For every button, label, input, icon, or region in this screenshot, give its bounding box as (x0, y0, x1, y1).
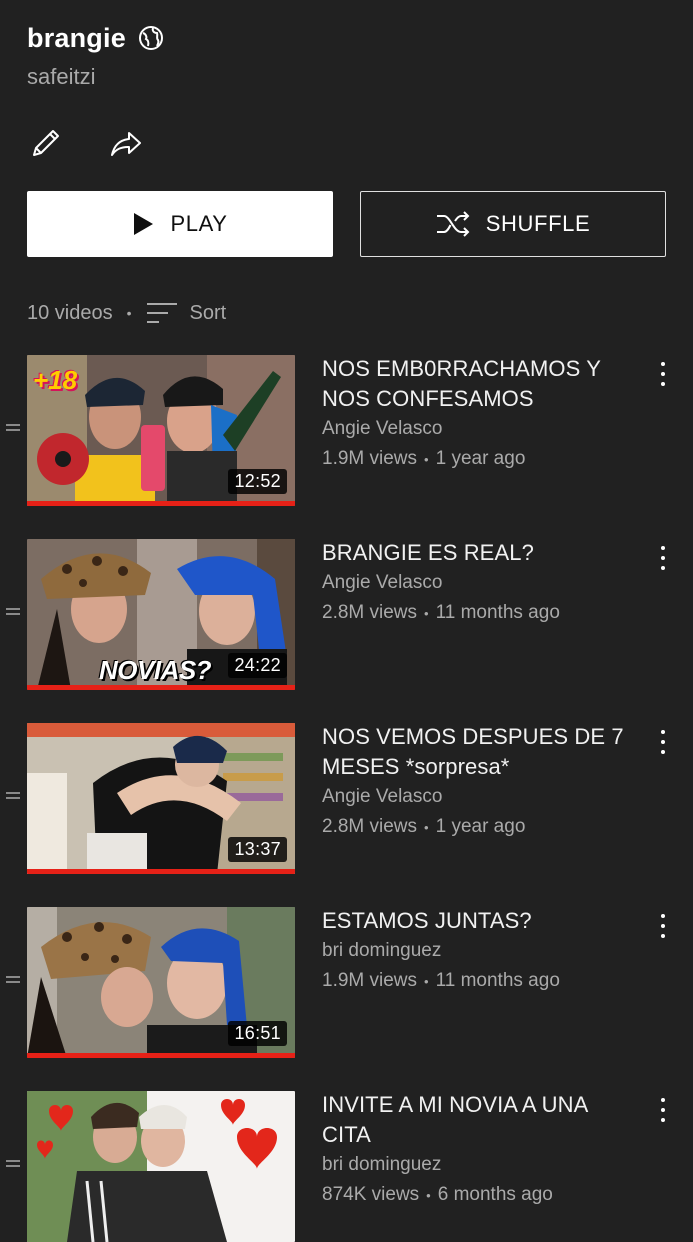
video-thumbnail[interactable]: +18 12:52 (27, 355, 295, 506)
drag-handle-icon[interactable] (6, 792, 20, 802)
video-info[interactable]: BRANGIE ES REAL? Angie Velasco 2.8M view… (322, 538, 632, 629)
playlist-title: brangie (27, 22, 126, 53)
video-count: 10 videos (27, 301, 113, 324)
share-arrow-icon[interactable] (108, 125, 144, 161)
video-thumbnail[interactable]: 13:37 (27, 723, 295, 874)
watched-progress-bar (27, 869, 295, 874)
list-item[interactable]: +18 12:52 NOS EMB0RRACHAMOS Y NOS CONFES… (0, 354, 693, 506)
drag-handle-icon[interactable] (6, 976, 20, 986)
video-channel: bri dominguez (322, 1154, 442, 1175)
action-icons (28, 125, 144, 161)
video-stats: 1.9M views • 1 year ago (322, 448, 526, 469)
video-channel: Angie Velasco (322, 418, 443, 439)
video-title: NOS EMB0RRACHAMOS Y NOS CONFESAMOS (322, 356, 601, 411)
video-views: 874K views (322, 1184, 420, 1205)
watched-progress-bar (27, 501, 295, 506)
more-vertical-icon[interactable] (655, 1098, 671, 1122)
thumbnail-overlay-text: +18 (33, 365, 78, 395)
list-item[interactable]: 13:37 NOS VEMOS DESPUES DE 7 MESES *sorp… (0, 722, 693, 874)
list-item[interactable]: INVITE A MI NOVIA A UNA CITA bri domingu… (0, 1090, 693, 1242)
drag-handle-icon[interactable] (6, 608, 20, 618)
video-thumbnail[interactable] (27, 1091, 295, 1242)
thumbnail-overlay-text: NOVIAS? (99, 655, 212, 685)
globe-icon (138, 26, 163, 50)
drag-handle-icon[interactable] (6, 424, 20, 434)
more-vertical-icon[interactable] (655, 730, 671, 754)
video-duration: 12:52 (228, 469, 287, 494)
pencil-icon[interactable] (28, 125, 64, 161)
video-title: BRANGIE ES REAL? (322, 540, 534, 565)
video-views: 1.9M views (322, 448, 418, 469)
video-age: 1 year ago (435, 816, 526, 837)
video-views: 1.9M views (322, 970, 418, 991)
video-title: NOS VEMOS DESPUES DE 7 MESES *sorpresa* (322, 724, 624, 779)
playlist-meta: 10 videos • Sort (27, 298, 226, 328)
shuffle-icon (436, 211, 470, 237)
video-age: 11 months ago (435, 970, 560, 991)
play-icon (134, 213, 154, 235)
sort-button[interactable]: Sort (146, 301, 227, 325)
video-duration: 24:22 (228, 653, 287, 678)
video-channel: Angie Velasco (322, 572, 443, 593)
video-info[interactable]: ESTAMOS JUNTAS? bri dominguez 1.9M views… (322, 906, 632, 997)
more-vertical-icon[interactable] (655, 914, 671, 938)
video-stats: 2.8M views • 11 months ago (322, 602, 560, 623)
playlist-header: brangie safeitzi (27, 20, 667, 90)
video-age: 6 months ago (437, 1184, 553, 1205)
video-thumbnail[interactable]: NOVIAS? 24:22 (27, 539, 295, 690)
play-button-label: PLAY (170, 211, 228, 236)
video-duration: 16:51 (228, 1021, 287, 1046)
playlist-owner[interactable]: safeitzi (27, 64, 667, 90)
watched-progress-bar (27, 1053, 295, 1058)
video-stats: 874K views • 6 months ago (322, 1184, 553, 1205)
shuffle-button[interactable]: SHUFFLE (360, 191, 666, 257)
video-duration: 13:37 (228, 837, 287, 862)
video-channel: bri dominguez (322, 940, 442, 961)
shuffle-button-label: SHUFFLE (485, 211, 591, 236)
list-item[interactable]: NOVIAS? 24:22 BRANGIE ES REAL? Angie Vel… (0, 538, 693, 690)
video-info[interactable]: INVITE A MI NOVIA A UNA CITA bri domingu… (322, 1090, 632, 1211)
video-info[interactable]: NOS EMB0RRACHAMOS Y NOS CONFESAMOS Angie… (322, 354, 632, 475)
watched-progress-bar (27, 685, 295, 690)
video-age: 1 year ago (435, 448, 526, 469)
video-views: 2.8M views (322, 816, 418, 837)
list-item[interactable]: 16:51 ESTAMOS JUNTAS? bri dominguez 1.9M… (0, 906, 693, 1058)
meta-separator: • (126, 305, 132, 321)
video-age: 11 months ago (435, 602, 560, 623)
video-views: 2.8M views (322, 602, 418, 623)
drag-handle-icon[interactable] (6, 1160, 20, 1170)
sort-icon (146, 303, 177, 323)
video-title: INVITE A MI NOVIA A UNA CITA (322, 1092, 588, 1147)
title-row: brangie (27, 20, 667, 56)
video-stats: 1.9M views • 11 months ago (322, 970, 560, 991)
more-vertical-icon[interactable] (655, 546, 671, 570)
video-stats: 2.8M views • 1 year ago (322, 816, 526, 837)
video-info[interactable]: NOS VEMOS DESPUES DE 7 MESES *sorpresa* … (322, 722, 632, 843)
thumbnail-image (27, 1091, 295, 1242)
sort-label: Sort (189, 301, 227, 324)
video-thumbnail[interactable]: 16:51 (27, 907, 295, 1058)
play-button[interactable]: PLAY (27, 191, 333, 257)
video-title: ESTAMOS JUNTAS? (322, 908, 532, 933)
video-channel: Angie Velasco (322, 786, 443, 807)
more-vertical-icon[interactable] (655, 362, 671, 386)
